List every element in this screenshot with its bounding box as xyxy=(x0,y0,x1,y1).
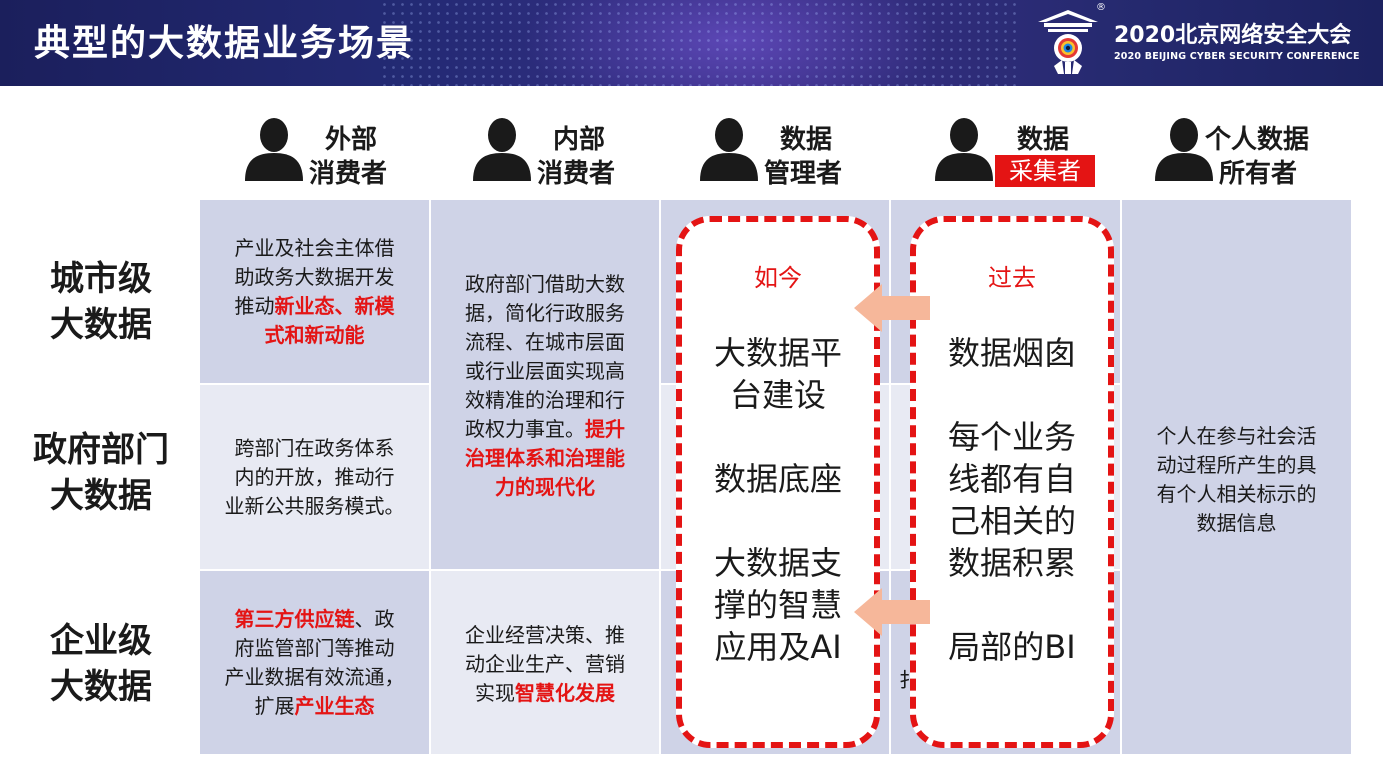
past-box-item: 己相关的 xyxy=(947,502,1076,540)
cell-personal-owner: 个人在参与社会活 动过程所产生的具 有个人相关标示的 数据信息 xyxy=(1122,200,1351,754)
now-box-item: 台建设 xyxy=(729,376,826,414)
cell-line: 政府部门借助大数 xyxy=(465,272,625,296)
row-label-line2: 大数据 xyxy=(50,476,152,516)
cell-line: 数据信息 xyxy=(1196,511,1277,535)
cell-line: 政权力事宜。提升 xyxy=(431,415,659,444)
row-label-line1: 城市级 xyxy=(50,259,152,299)
conference-name: 2020北京网络安全大会 xyxy=(1114,23,1352,48)
cell-line: 或行业层面实现高 xyxy=(465,359,625,383)
cell-line: 动过程所产生的具 xyxy=(1156,453,1317,477)
cell-line: 业新公共服务模式。 xyxy=(224,494,405,518)
cell-line: 扩展产业生态 xyxy=(200,692,429,721)
role-badge-collector: 采集者 xyxy=(995,155,1095,187)
cell-highlight: 治理体系和治理能 xyxy=(465,446,625,470)
cell-line: 府监管部门等推动 xyxy=(234,636,395,660)
cell-line: 有个人相关标示的 xyxy=(1156,482,1317,506)
past-box-item: 数据积累 xyxy=(947,544,1076,582)
header-dot-pattern xyxy=(380,0,1020,86)
now-box-item: 大数据平 xyxy=(713,334,842,372)
conference-logo-icon xyxy=(1038,10,1098,74)
role-label-line1: 外部 xyxy=(325,125,378,155)
cell-line: 实现智慧化发展 xyxy=(431,679,659,708)
now-box-item: 大数据支 xyxy=(713,544,842,582)
cell-city-external: 产业及社会主体借 助政务大数据开发 推动新业态、新模 式和新动能 xyxy=(200,200,429,383)
past-box-item: 数据烟囱 xyxy=(947,334,1076,372)
cell-text-prefix: 政权力事宜。 xyxy=(465,417,585,441)
cell-highlight: 第三方供应链 xyxy=(234,607,355,631)
row-label-enterprise: 企业级 大数据 xyxy=(6,618,196,710)
role-label-line2: 消费者 xyxy=(309,159,388,189)
row-label-city: 城市级 大数据 xyxy=(6,256,196,348)
role-label-line1: 数据 xyxy=(780,125,833,155)
past-box: 过去 数据烟囱 每个业务 线都有自 己相关的 数据积累 局部的BI xyxy=(910,216,1114,748)
role-label-line1: 内部 xyxy=(553,125,606,155)
row-label-line1: 政府部门 xyxy=(33,430,169,470)
past-box-item: 线都有自 xyxy=(947,460,1076,498)
arrow-left-icon xyxy=(854,588,930,636)
cell-text-prefix: 扩展 xyxy=(254,694,295,718)
role-label-line2: 消费者 xyxy=(537,159,616,189)
past-box-item: 局部的BI xyxy=(948,628,1076,666)
cell-text-prefix: 实现 xyxy=(475,681,515,705)
person-icon xyxy=(935,118,993,181)
role-label-line1: 数据 xyxy=(1017,125,1070,155)
person-icon xyxy=(473,118,531,181)
cell-highlight: 智慧化发展 xyxy=(515,681,615,705)
cell-line: 效精准的治理和行 xyxy=(465,388,625,412)
cell-enterprise-internal: 企业经营决策、推 动企业生产、营销 实现智慧化发展 xyxy=(431,571,659,754)
cell-text-prefix: 推动 xyxy=(234,294,275,318)
past-box-tag: 过去 xyxy=(988,264,1036,292)
page-title: 典型的大数据业务场景 xyxy=(34,23,415,64)
cell-highlight: 式和新动能 xyxy=(264,323,365,347)
row-label-line2: 大数据 xyxy=(50,667,152,707)
past-box-item: 每个业务 xyxy=(947,418,1076,456)
now-box-item: 撑的智慧 xyxy=(713,586,842,624)
person-icon xyxy=(700,118,758,181)
cell-line: 第三方供应链、政 xyxy=(200,605,429,634)
cell-government-external: 跨部门在政务体系 内的开放，推动行 业新公共服务模式。 xyxy=(200,385,429,569)
cell-line: 流程、在城市层面 xyxy=(465,330,625,354)
cell-line: 据，简化行政服务 xyxy=(465,301,625,325)
cell-highlight: 力的现代化 xyxy=(495,475,595,499)
cell-line: 动企业生产、营销 xyxy=(465,652,625,676)
cell-highlight: 产业生态 xyxy=(294,694,375,718)
conference-subtitle: 2020 BEIJING CYBER SECURITY CONFERENCE xyxy=(1114,51,1360,62)
cell-line: 助政务大数据开发 xyxy=(234,265,395,289)
cell-enterprise-external: 第三方供应链、政 府监管部门等推动 产业数据有效流通， 扩展产业生态 xyxy=(200,571,429,754)
cell-internal-city-government: 政府部门借助大数 据，简化行政服务 流程、在城市层面 或行业层面实现高 效精准的… xyxy=(431,200,659,569)
role-label-line2: 管理者 xyxy=(764,159,843,189)
cell-line: 推动新业态、新模 xyxy=(200,292,429,321)
row-label-line1: 企业级 xyxy=(50,621,152,661)
cell-line: 个人在参与社会活 xyxy=(1156,424,1317,448)
cell-line: 产业及社会主体借 xyxy=(234,236,395,260)
cell-line: 跨部门在政务体系 xyxy=(234,436,395,460)
cell-line: 产业数据有效流通， xyxy=(224,665,405,689)
cell-line: 内的开放，推动行 xyxy=(234,465,395,489)
now-box: 如今 大数据平 台建设 数据底座 大数据支 撑的智慧 应用及AI xyxy=(676,216,880,748)
now-box-item: 应用及AI xyxy=(714,628,842,666)
person-icon xyxy=(245,118,303,181)
cell-line: 企业经营决策、推 xyxy=(465,623,625,647)
now-box-tag: 如今 xyxy=(754,264,802,292)
role-label-line1: 个人数据 xyxy=(1205,125,1310,155)
now-box-item: 数据底座 xyxy=(713,460,842,498)
row-label-line2: 大数据 xyxy=(50,305,152,345)
cell-highlight: 新业态、新模 xyxy=(274,294,395,318)
cell-highlight: 提升 xyxy=(585,417,625,441)
row-label-government: 政府部门 大数据 xyxy=(6,427,196,519)
role-label-line2: 所有者 xyxy=(1219,159,1298,189)
arrow-left-icon xyxy=(854,284,930,332)
registered-mark: ® xyxy=(1096,2,1106,13)
cell-text-suffix: 、政 xyxy=(354,607,395,631)
header-banner: 典型的大数据业务场景 ® 2020北京网络安全大会 2020 BEIJING C… xyxy=(0,0,1383,86)
